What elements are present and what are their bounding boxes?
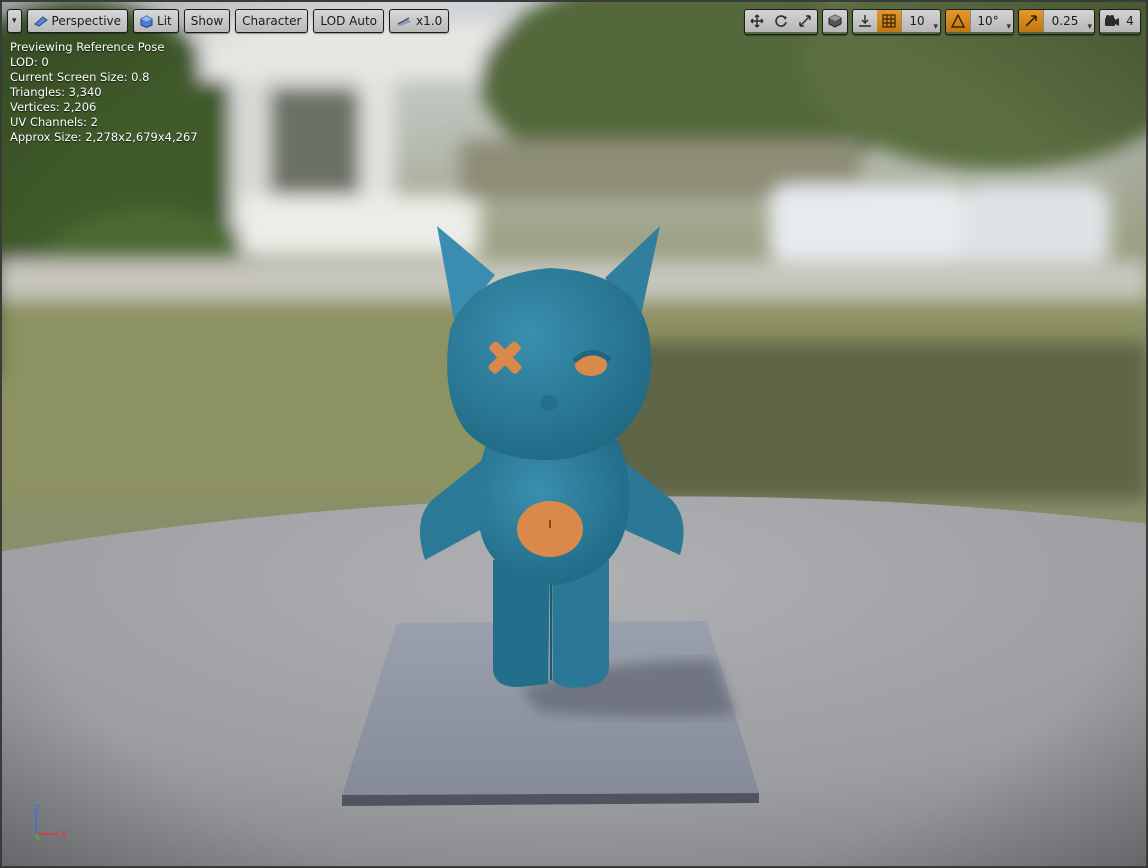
show-button[interactable]: Show [183,9,231,33]
screen-size-stat: Current Screen Size: 0.8 [10,70,150,84]
triangles-stat: Triangles: 3,340 [10,85,102,99]
grid-icon [882,14,896,28]
show-label: Show [190,14,224,28]
lod-stat: LOD: 0 [10,55,49,69]
chevron-down-icon: ▾ [12,16,17,26]
viewport-toolbar-right: 10 10° 0.25 4 [744,9,1141,35]
scale-snap-value[interactable]: 0.25 [1043,10,1094,32]
scale-snap-toggle[interactable] [1019,10,1043,32]
axis-z-label: Z [33,804,40,815]
surface-snap-group [822,9,848,35]
viewport[interactable]: ▾ Perspective Lit Show Character LOD Aut… [0,0,1148,868]
rotation-snap-toggle[interactable] [946,10,970,32]
axis-gizmo: Z X [33,804,67,841]
playback-speed-button[interactable]: x1.0 [389,9,450,33]
lighting-mode-label: Lit [157,14,172,28]
surface-snapping-button[interactable] [853,10,877,32]
transform-mode-group [744,9,818,35]
translate-mode-button[interactable] [745,10,769,32]
camera-icon [1105,15,1119,26]
character-label: Character [242,14,302,28]
coordinate-space-button[interactable] [823,10,847,32]
rotation-snap-group: 10° [945,9,1014,35]
lit-cube-icon [140,14,153,28]
view-mode-label: Perspective [51,14,122,28]
scale-icon [799,15,811,27]
preview-pose-text: Previewing Reference Pose [10,40,165,54]
vertices-stat: Vertices: 2,206 [10,100,97,114]
scale-arrow-icon [1025,15,1037,27]
uv-channels-stat: UV Channels: 2 [10,115,98,129]
lod-label: LOD Auto [320,14,378,28]
approx-size-stat: Approx Size: 2,278x2,679x4,267 [10,130,198,144]
surface-snap-icon [859,15,871,27]
scale-snap-group: 0.25 [1018,9,1095,35]
speed-icon [397,17,412,26]
lod-button[interactable]: LOD Auto [313,9,385,33]
lighting-mode-button[interactable]: Lit [133,9,179,33]
rotation-snap-value[interactable]: 10° [970,10,1013,32]
rotate-mode-button[interactable] [769,10,793,32]
rotate-icon [775,15,787,27]
world-cube-icon [828,14,842,28]
viewport-toolbar-left: ▾ Perspective Lit Show Character LOD Aut… [7,9,450,33]
view-mode-button[interactable]: Perspective [26,9,129,33]
perspective-icon [33,16,48,27]
scale-mode-button[interactable] [793,10,817,32]
grid-snap-group: 10 [852,9,941,35]
angle-icon [951,14,965,28]
viewport-options-menu[interactable]: ▾ [7,9,22,33]
axis-x-label: X [60,830,67,841]
grid-snap-toggle[interactable] [877,10,901,32]
viewport-stats-overlay: Previewing Reference Pose LOD: 0 Current… [10,40,198,145]
camera-speed-group: 4 [1099,9,1141,35]
camera-speed-button[interactable] [1100,10,1124,32]
move-arrows-icon [750,14,764,28]
playback-speed-label: x1.0 [416,14,443,28]
camera-speed-value[interactable]: 4 [1124,10,1140,32]
character-button[interactable]: Character [235,9,309,33]
grid-snap-value[interactable]: 10 [901,10,940,32]
